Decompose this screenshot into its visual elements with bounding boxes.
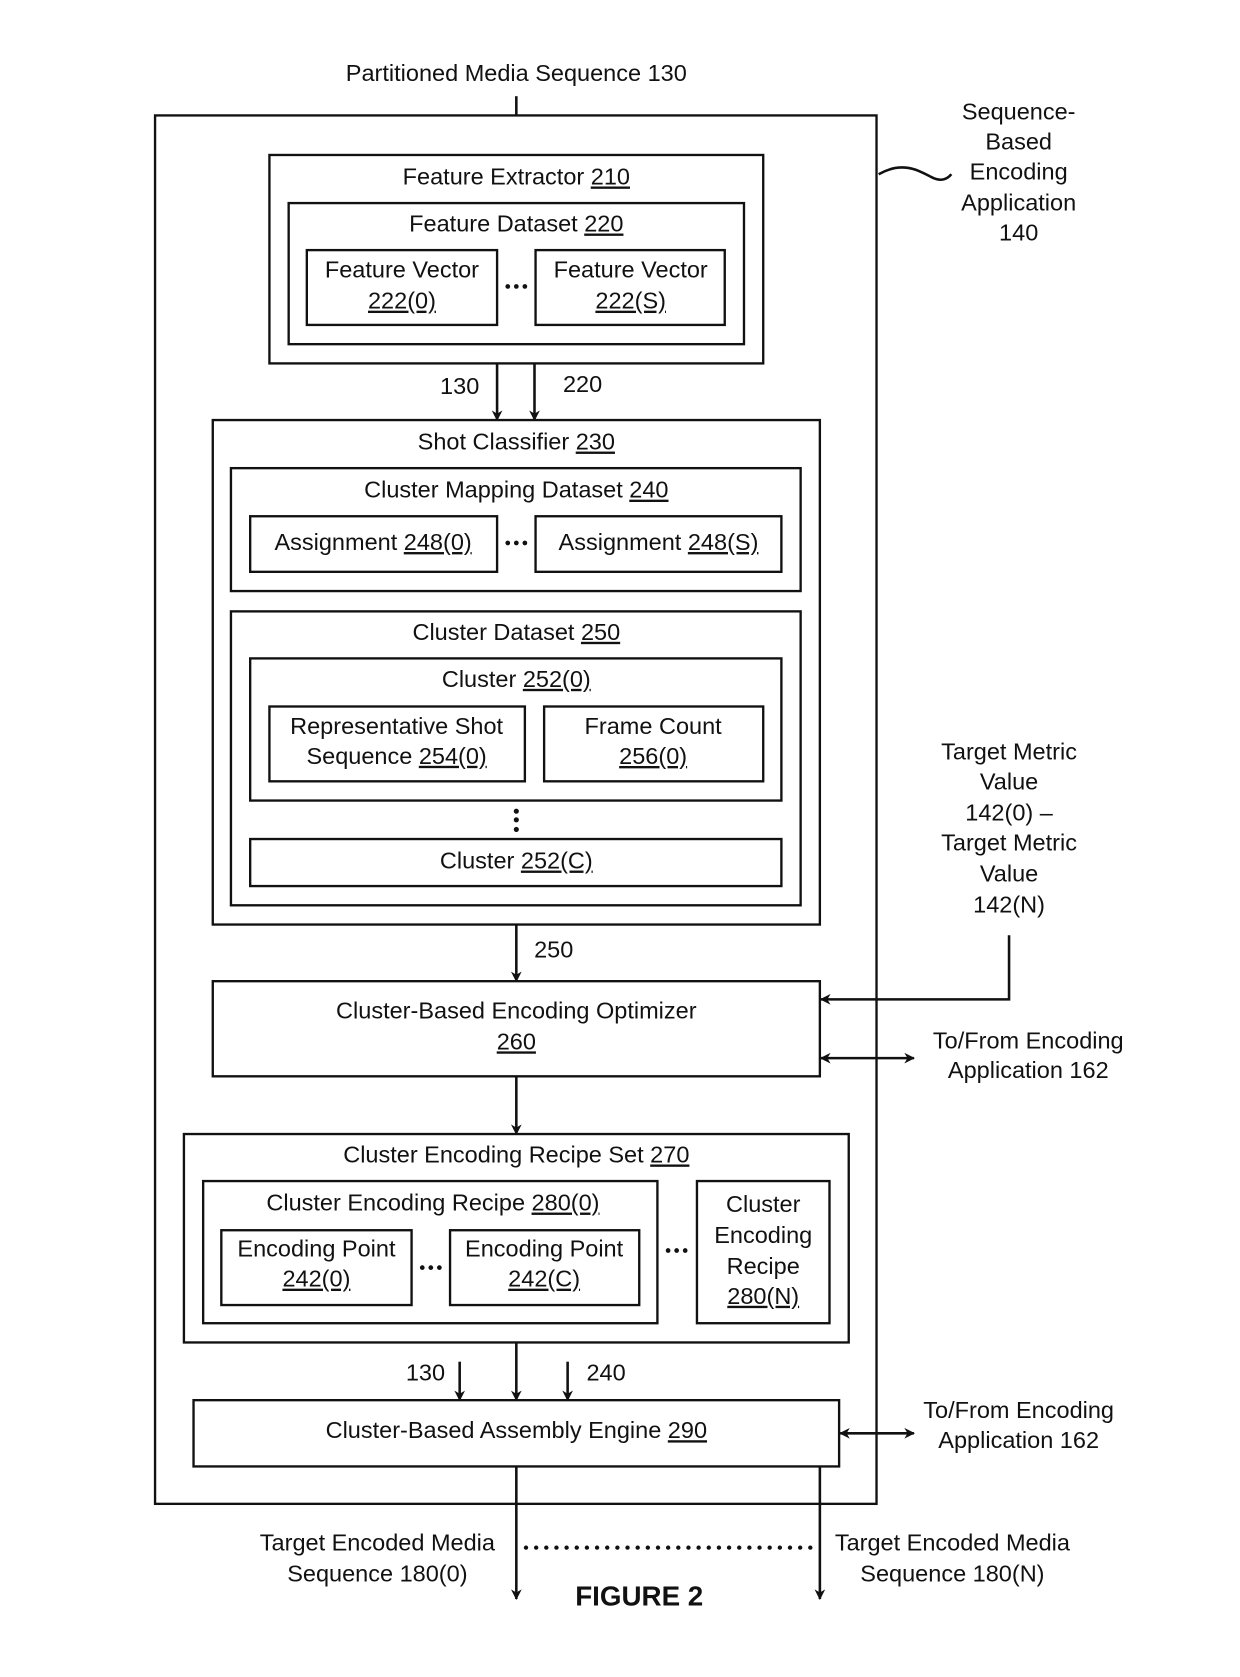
recipe-n-line-3: Recipe <box>727 1253 800 1279</box>
optimizer-ref: 260 <box>497 1028 536 1054</box>
representative-shot-label: Representative Shot <box>290 713 503 739</box>
feature-extractor-title: Feature Extractor 210 <box>403 164 630 190</box>
encoding-point-0-ref: 242(0) <box>282 1266 350 1292</box>
to-from-label-2-line2: Application 162 <box>938 1427 1099 1453</box>
feature-vector-s-ref: 222(S) <box>595 288 666 314</box>
representative-shot-ref: Sequence 254(0) <box>306 743 486 769</box>
arrow-250-label: 250 <box>534 936 573 962</box>
encoding-point-c-name: Encoding Point <box>465 1236 624 1262</box>
arrow-220-label: 220 <box>563 371 602 397</box>
ellipsis-horizontal <box>505 540 528 546</box>
output-0-label: Target Encoded Media <box>260 1530 496 1556</box>
application-label: Sequence- Based Encoding Application 140 <box>961 98 1076 245</box>
svg-text:Target Metric: Target Metric <box>941 739 1077 765</box>
recipe-n-line-2: Encoding <box>714 1222 812 1248</box>
svg-text:142(N): 142(N) <box>973 892 1045 918</box>
svg-text:Encoding: Encoding <box>970 158 1068 184</box>
frame-count-label: Frame Count <box>585 713 723 739</box>
encoding-point-0-name: Encoding Point <box>237 1236 396 1262</box>
to-from-label-1: To/From Encoding <box>933 1027 1124 1053</box>
assignment-0-label: Assignment 248(0) <box>274 529 471 555</box>
svg-text:Sequence-: Sequence- <box>962 98 1076 124</box>
cluster-dataset-title: Cluster Dataset 250 <box>412 619 620 645</box>
input-label: Partitioned Media Sequence 130 <box>346 60 687 86</box>
to-from-label-1-line2: Application 162 <box>948 1057 1109 1083</box>
svg-text:Value: Value <box>980 769 1038 795</box>
feature-vector-0-name: Feature Vector <box>325 257 479 283</box>
recipe-0-title: Cluster Encoding Recipe 280(0) <box>266 1190 599 1216</box>
output-n-label: Target Encoded Media <box>835 1530 1071 1556</box>
recipe-set-title: Cluster Encoding Recipe Set 270 <box>343 1142 689 1168</box>
diagram: Partitioned Media Sequence 130 Sequence-… <box>153 60 1124 1611</box>
svg-text:Based: Based <box>985 128 1052 154</box>
recipe-n-ref: 280(N) <box>727 1283 799 1309</box>
svg-text:140: 140 <box>999 219 1038 245</box>
feature-dataset-title: Feature Dataset 220 <box>409 211 623 237</box>
svg-text:Application: Application <box>961 189 1076 215</box>
ellipsis-horizontal <box>505 284 528 289</box>
feature-vector-0-ref: 222(0) <box>368 288 436 314</box>
application-leader-line <box>878 166 953 181</box>
target-metric-label: Target Metric Value 142(0) – Target Metr… <box>941 739 1077 918</box>
output-0-label-line2: Sequence 180(0) <box>287 1561 467 1587</box>
shot-classifier-title: Shot Classifier 230 <box>418 429 615 455</box>
arrow-130-assembly-label: 130 <box>406 1360 445 1386</box>
cluster-c-label: Cluster 252(C) <box>440 848 593 874</box>
svg-text:Value: Value <box>980 861 1038 887</box>
feature-vector-s-name: Feature Vector <box>554 257 708 283</box>
optimizer-name: Cluster-Based Encoding Optimizer <box>336 997 697 1023</box>
cluster-mapping-dataset-title: Cluster Mapping Dataset 240 <box>364 477 668 503</box>
recipe-n-line-1: Cluster <box>726 1191 801 1217</box>
frame-count-ref: 256(0) <box>619 743 687 769</box>
svg-text:142(0) –: 142(0) – <box>965 800 1053 826</box>
svg-text:Target Metric: Target Metric <box>941 830 1077 856</box>
arrow-130-label: 130 <box>440 373 479 399</box>
arrow-240-assembly-label: 240 <box>586 1360 625 1386</box>
figure-label: FIGURE 2 <box>575 1580 703 1611</box>
cluster-0-title: Cluster 252(0) <box>442 666 591 692</box>
assignment-s-label: Assignment 248(S) <box>559 529 759 555</box>
output-n-label-line2: Sequence 180(N) <box>860 1561 1044 1587</box>
ellipsis-vertical <box>513 808 519 832</box>
assembly-engine-label: Cluster-Based Assembly Engine 290 <box>326 1417 707 1443</box>
to-from-label-2: To/From Encoding <box>923 1397 1114 1423</box>
encoding-point-c-ref: 242(C) <box>508 1266 580 1292</box>
